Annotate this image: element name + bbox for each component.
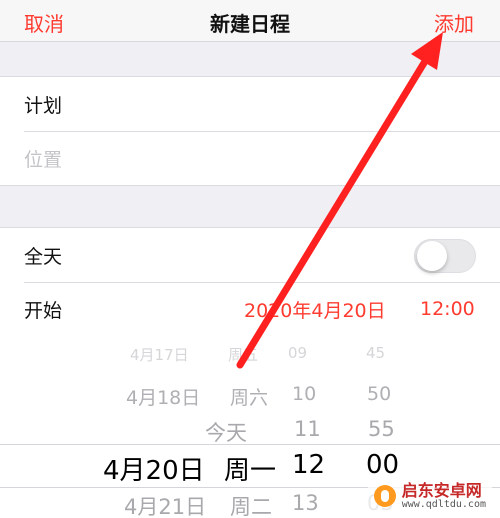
plan-row[interactable]: 计划 [0, 77, 500, 131]
picker-minute: 55 [368, 417, 395, 441]
picker-hour: 11 [294, 417, 321, 441]
page-title: 新建日程 [210, 12, 290, 36]
picker-minute: 50 [367, 383, 392, 405]
picker-weekday: 周二 [230, 495, 272, 518]
start-date-value[interactable]: 2020年4月20日 [244, 296, 386, 323]
picker-hour: 09 [288, 344, 308, 362]
add-button[interactable]: 添加 [434, 8, 474, 37]
allday-label: 全天 [24, 245, 63, 268]
cancel-button[interactable]: 取消 [24, 8, 64, 37]
watermark: 启东安卓网 www.qdltdu.com [367, 480, 492, 512]
picker-hour: 13 [292, 491, 319, 515]
time-group: 全天 开始 2020年4月20日 12:00 [0, 227, 500, 336]
picker-date: 4月21日 [124, 495, 207, 518]
location-field[interactable]: 位置 [24, 145, 62, 172]
picker-weekday: 周六 [230, 387, 269, 409]
start-row[interactable]: 开始 2020年4月20日 12:00 [0, 282, 500, 336]
picker-date: 4月17日 [130, 346, 189, 364]
plan-field[interactable]: 计划 [24, 91, 62, 118]
phone-logo-icon [373, 485, 396, 508]
picker-minute: 45 [366, 344, 386, 362]
picker-selected-minute: 00 [366, 450, 400, 480]
location-row[interactable]: 位置 [0, 131, 500, 185]
toggle-knob [417, 241, 447, 271]
start-time-value[interactable]: 12:00 [420, 298, 475, 320]
picker-hour: 10 [292, 383, 317, 405]
picker-selected-date: 4月20日 [103, 456, 205, 486]
watermark-name: 启东安卓网 [401, 480, 482, 500]
allday-row: 全天 [0, 228, 500, 282]
allday-toggle[interactable] [414, 239, 476, 273]
picker-date: 今天 [205, 421, 247, 445]
event-info-group: 计划 位置 [0, 76, 500, 186]
picker-weekday: 周五 [228, 346, 259, 364]
picker-date: 4月18日 [126, 387, 201, 409]
picker-selected-weekday: 周一 [224, 456, 277, 486]
start-label: 开始 [24, 299, 63, 322]
watermark-url: www.qdltdu.com [401, 498, 486, 510]
picker-selected-hour: 12 [292, 450, 326, 480]
navigation-bar: 取消 新建日程 添加 [0, 0, 500, 42]
